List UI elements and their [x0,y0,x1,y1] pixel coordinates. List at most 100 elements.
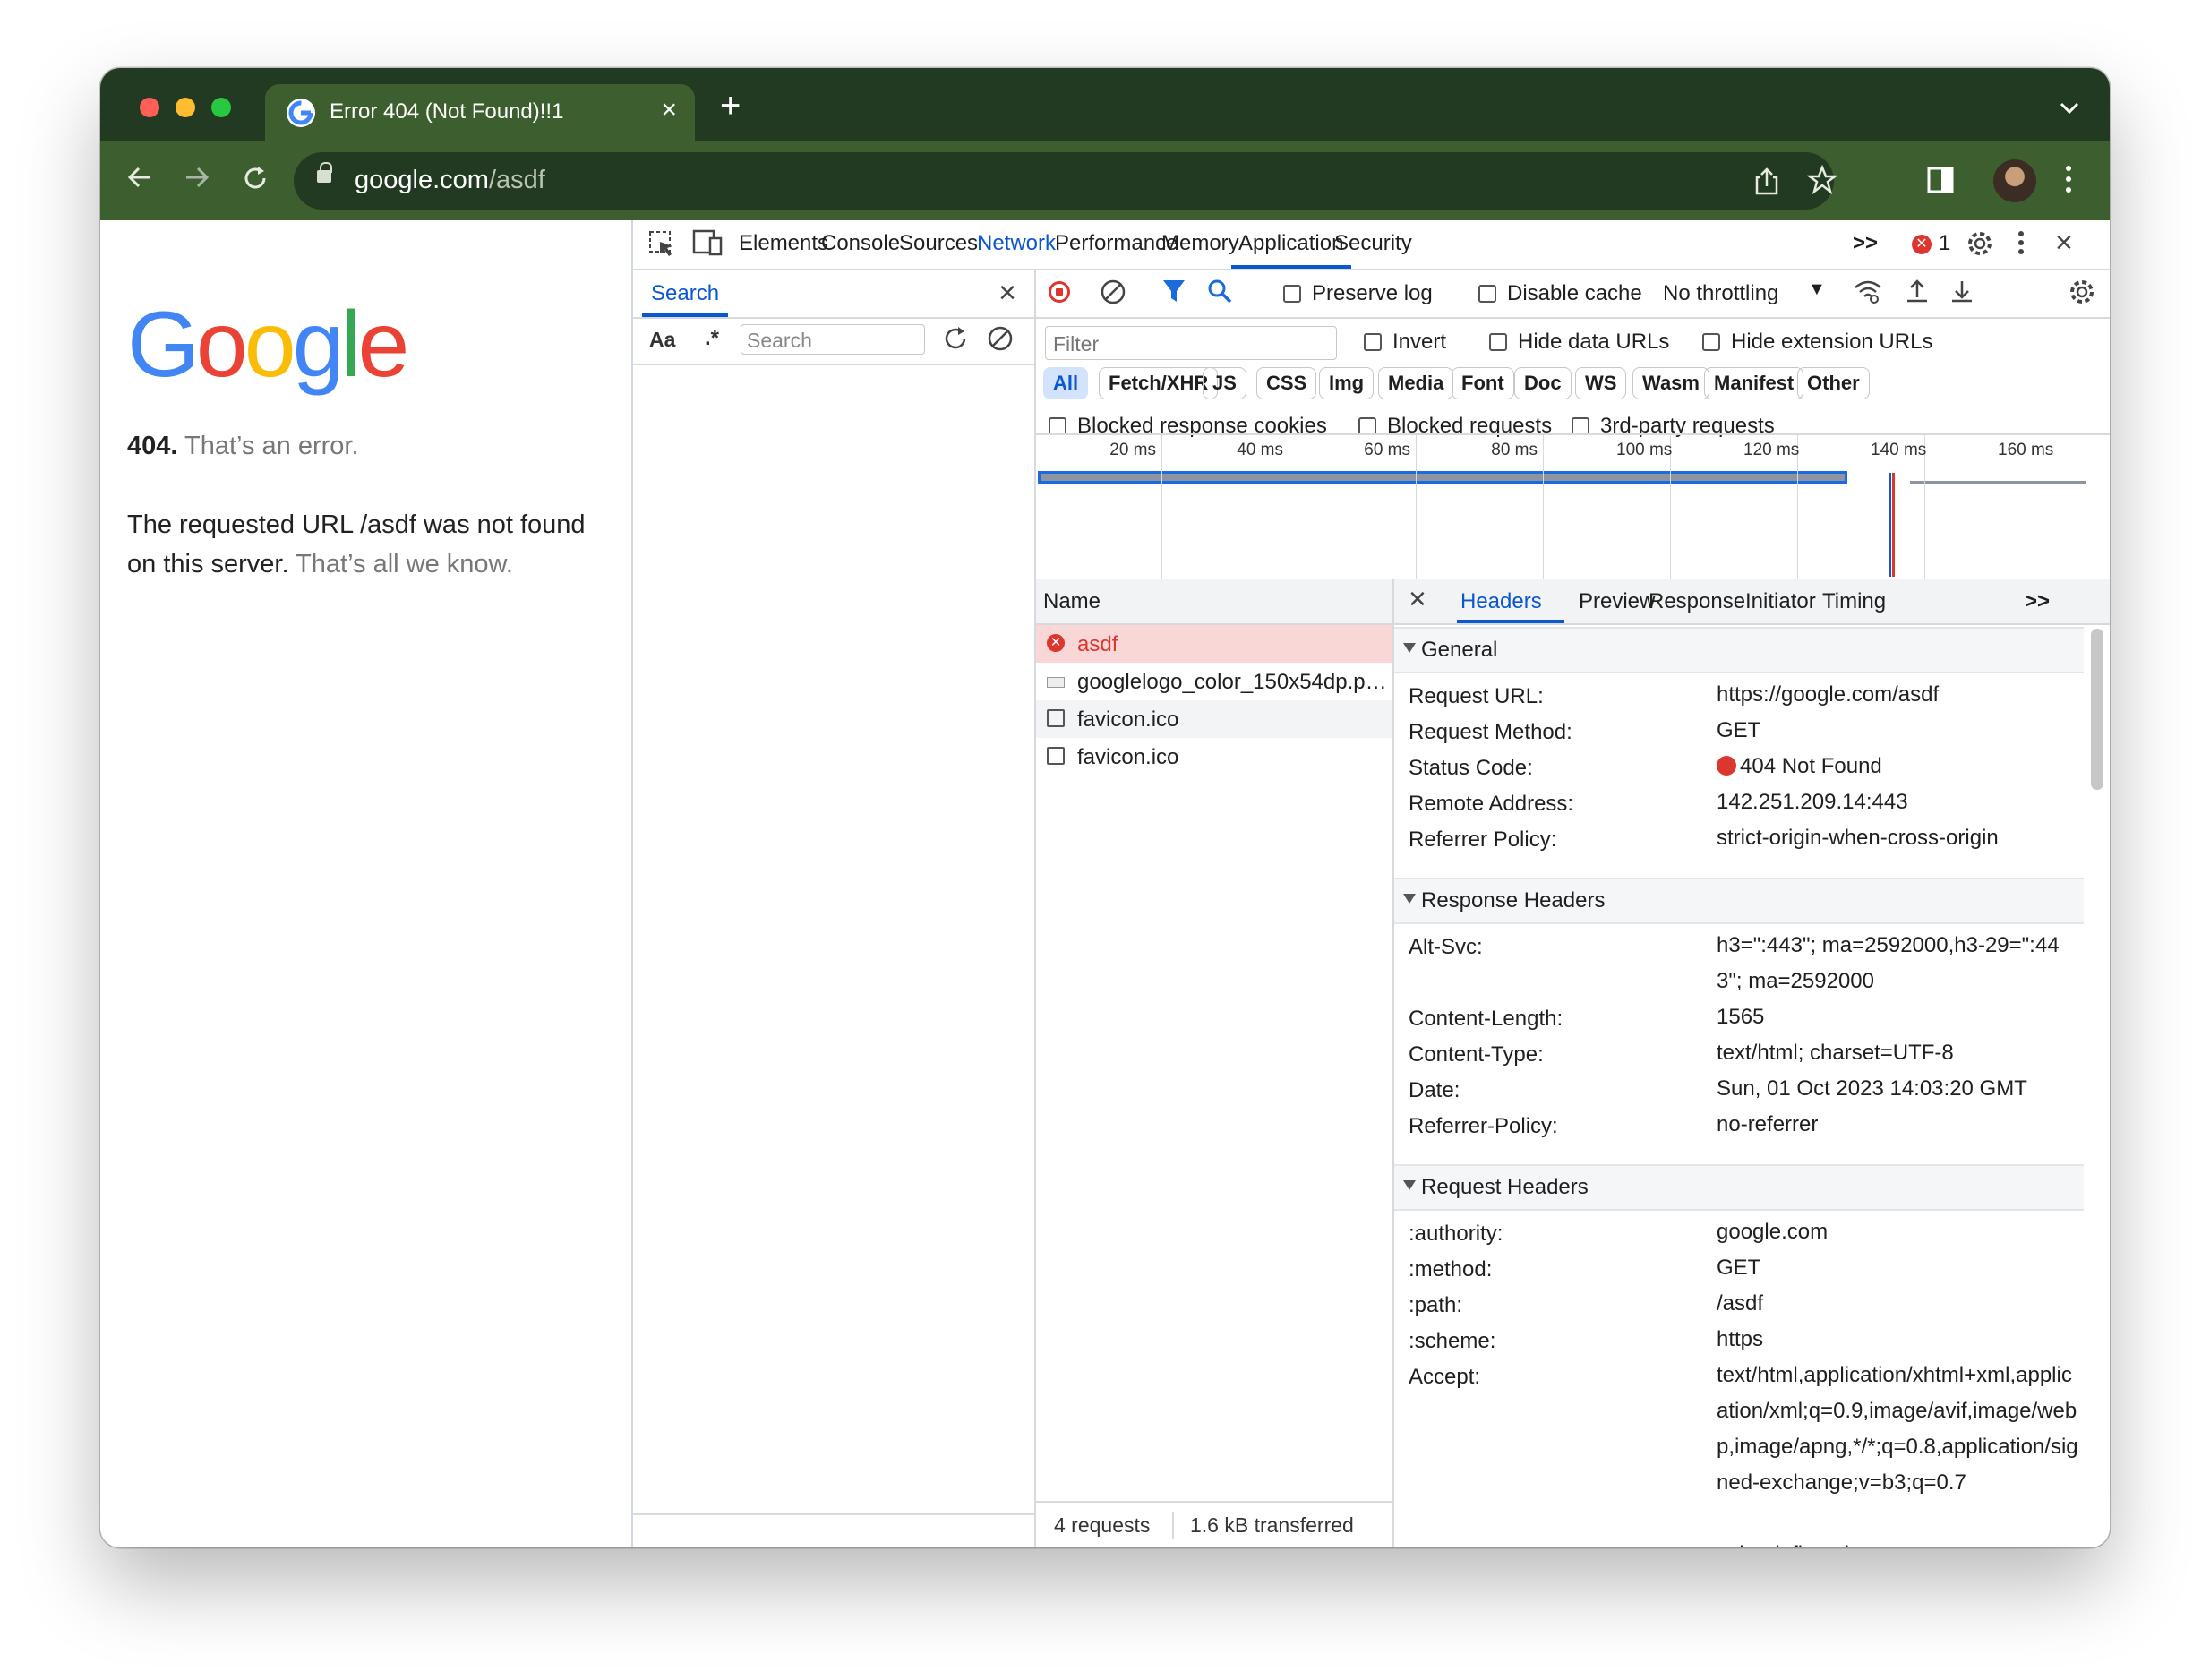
filter-input[interactable]: Filter [1045,326,1337,360]
third-party-requests-checkbox[interactable] [1572,417,1589,435]
filter-chip-ws[interactable]: WS [1575,367,1627,399]
detail-tab-initiator[interactable]: Initiator [1745,589,1816,614]
browser-menu-icon[interactable] [2065,165,2072,200]
refresh-search-icon[interactable] [941,324,970,359]
detail-scrollbar[interactable] [2091,629,2103,790]
match-case-toggle[interactable]: Aa [649,328,675,352]
header-value-text: 404 Not Found [1740,754,1882,778]
header-value: strict-origin-when-cross-origin [1717,820,2084,856]
address-bar[interactable]: google.com/asdf [294,152,1838,210]
detail-tab-preview[interactable]: Preview [1579,589,1655,614]
network-conditions-wifi-icon[interactable] [1853,278,1883,311]
new-tab-plus-icon[interactable]: + [720,88,741,124]
inspect-element-icon[interactable] [647,229,676,263]
timeline-tick-label: 120 ms [1743,441,1800,459]
filter-chip-js[interactable]: JS [1203,367,1246,399]
detail-close-icon[interactable]: × [1409,582,1426,617]
filter-chip-all[interactable]: All [1043,367,1089,399]
lock-icon[interactable] [317,162,332,183]
request-row[interactable]: favicon.ico [1036,738,1392,776]
response-headers-section-header[interactable]: Response Headers [1394,878,2084,924]
devtools-settings-gear-icon[interactable] [1966,229,1994,263]
filter-chip-fetchxhr[interactable]: Fetch/XHR [1099,367,1219,399]
filter-chip-media[interactable]: Media [1378,367,1454,399]
tab-performance[interactable]: Performance [1055,231,1178,256]
network-settings-gear-icon[interactable] [2068,278,2096,313]
close-window-button[interactable] [140,98,159,117]
devtools-menu-icon[interactable] [2017,229,2025,261]
detail-tab-timing[interactable]: Timing [1822,589,1886,614]
clear-log-icon[interactable] [1099,278,1127,313]
tab-console[interactable]: Console [821,231,900,256]
tab-memory[interactable]: Memory [1161,231,1239,256]
more-detail-tabs-icon[interactable]: >> [2025,589,2050,614]
logo-letter: l [340,293,361,397]
clear-search-icon[interactable] [986,324,1015,359]
network-overview-timeline[interactable]: 20 ms 40 ms 60 ms 80 ms 100 ms 120 ms 140 ms 16… [1036,433,2110,580]
forward-arrow-icon[interactable] [183,163,211,197]
side-panel-icon[interactable] [1927,167,1954,198]
header-value-text: 142.251.209.14:443 [1717,790,1908,814]
back-arrow-icon[interactable] [125,163,154,197]
search-panel-title[interactable]: Search [651,281,719,306]
filter-chip-font[interactable]: Font [1452,367,1514,399]
filter-chip-wasm[interactable]: Wasm [1632,367,1709,399]
minimize-window-button[interactable] [176,98,195,117]
export-har-icon[interactable] [1949,278,1974,311]
detail-tab-headers[interactable]: Headers [1460,589,1542,614]
more-tabs-chevron-icon[interactable]: >> [1853,231,1878,256]
search-icon[interactable] [1206,278,1233,311]
browser-tab[interactable]: Error 404 (Not Found)!!1 × [265,84,695,141]
tab-elements[interactable]: Elements [739,231,828,256]
stop-recording-icon[interactable] [1049,281,1070,303]
detail-tab-response[interactable]: Response [1649,589,1745,614]
filter-chip-manifest[interactable]: Manifest [1704,367,1804,399]
filter-chip-doc[interactable]: Doc [1514,367,1572,399]
throttling-dropdown-icon[interactable]: ▼ [1808,279,1826,300]
preserve-log-checkbox[interactable] [1283,285,1301,303]
blocked-requests-checkbox[interactable] [1358,417,1376,435]
filter-chip-css[interactable]: CSS [1256,367,1317,399]
maximize-window-button[interactable] [211,98,231,117]
regex-toggle[interactable]: .* [705,326,719,351]
filter-chip-img[interactable]: Img [1319,367,1375,399]
blocked-response-cookies-checkbox[interactable] [1049,417,1066,435]
search-close-icon[interactable]: × [998,276,1016,311]
filter-funnel-icon[interactable] [1161,278,1186,311]
hide-extension-urls-checkbox[interactable] [1702,333,1720,351]
filter-chip-other[interactable]: Other [1797,367,1870,399]
reload-icon[interactable] [240,163,270,199]
header-value-text: text/html,application/xhtml+xml,applicat… [1717,1363,2078,1495]
request-row[interactable]: googlelogo_color_150x54dp.png [1036,663,1392,700]
request-row[interactable]: ✕ asdf [1036,625,1392,663]
header-value: https://google.com/asdf [1717,677,2084,713]
tab-sources[interactable]: Sources [899,231,978,256]
header-value-text: google.com [1717,1220,1829,1244]
response-headers-section-title: Response Headers [1421,888,1606,913]
tab-search-chevron-icon[interactable] [2060,93,2079,121]
device-toolbar-icon[interactable] [692,229,723,261]
tab-security[interactable]: Security [1334,231,1412,256]
request-row[interactable]: favicon.ico [1036,700,1392,738]
general-section-header[interactable]: General [1394,627,2084,673]
tab-application[interactable]: Application [1238,231,1343,256]
error-counter[interactable]: ✕ 1 [1912,231,1950,256]
invert-checkbox[interactable] [1364,333,1382,351]
tab-close-icon[interactable]: × [661,95,677,125]
search-input[interactable]: Search [741,324,925,355]
request-headers-section-header[interactable]: Request Headers [1394,1164,2084,1211]
hide-data-urls-checkbox[interactable] [1489,333,1507,351]
tab-network[interactable]: Network [977,231,1056,256]
image-file-icon [1047,677,1065,688]
disable-cache-checkbox[interactable] [1478,285,1496,303]
request-name: asdf [1077,632,1118,656]
import-har-icon[interactable] [1905,278,1930,311]
load-event-marker [1892,473,1895,577]
bookmark-star-icon[interactable] [1806,164,1838,200]
name-column-header[interactable]: Name [1043,589,1101,614]
share-icon[interactable] [1753,167,1780,200]
profile-avatar[interactable] [1993,159,2036,202]
throttling-select[interactable]: No throttling [1663,281,1778,306]
devtools-close-icon[interactable]: × [2055,227,2073,258]
timeline-tick-label: 40 ms [1237,441,1283,459]
